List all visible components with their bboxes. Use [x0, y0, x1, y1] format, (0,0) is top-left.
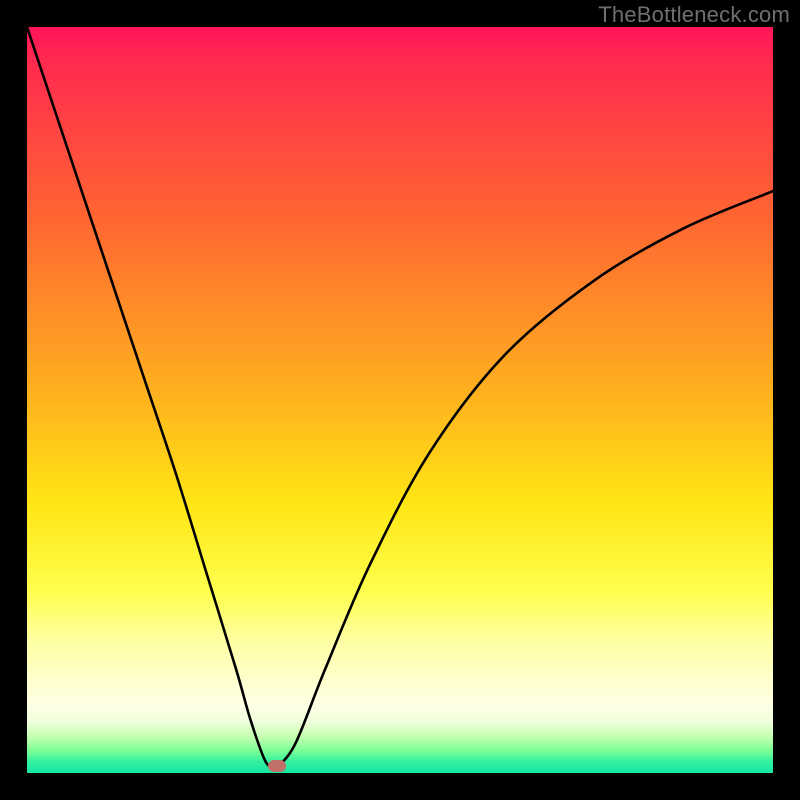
plot-area — [27, 27, 773, 773]
bottleneck-curve — [27, 27, 773, 773]
chart-frame: TheBottleneck.com — [0, 0, 800, 800]
watermark-text: TheBottleneck.com — [598, 2, 790, 28]
optimum-marker — [268, 760, 286, 772]
